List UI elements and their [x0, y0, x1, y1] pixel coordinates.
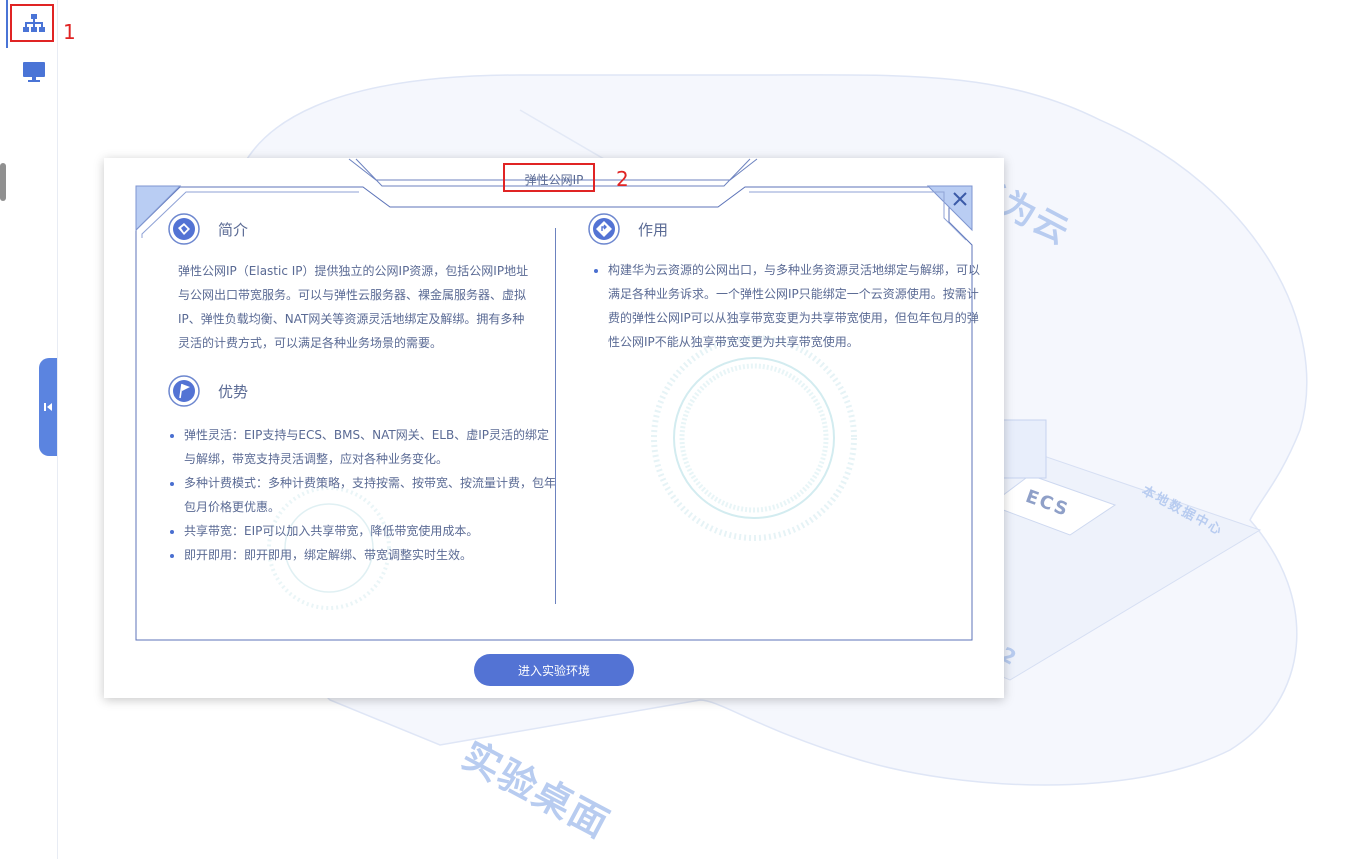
column-divider	[555, 228, 556, 604]
close-icon	[953, 192, 967, 206]
list-item: 弹性灵活：EIP支持与ECS、BMS、NAT网关、ELB、虚IP灵活的绑定与解绑…	[184, 423, 556, 471]
advantage-heading: 优势	[218, 382, 249, 401]
annotation-number-2: 2	[616, 167, 629, 191]
function-list: 构建华为云资源的公网出口，与多种业务资源灵活地绑定与解绑，可以满足各种业务诉求。…	[594, 258, 990, 354]
sidebar-scrollbar[interactable]	[0, 163, 6, 201]
intro-heading: 简介	[218, 220, 249, 239]
list-item: 构建华为云资源的公网出口，与多种业务资源灵活地绑定与解绑，可以满足各种业务诉求。…	[608, 258, 990, 354]
function-heading: 作用	[638, 220, 669, 239]
enter-lab-button[interactable]: 进入实验环境	[474, 654, 634, 686]
annotation-number-1: 1	[63, 20, 76, 44]
topology-icon	[23, 14, 45, 32]
close-button[interactable]	[949, 188, 971, 210]
function-section-header: 作用	[588, 213, 668, 245]
signpost-icon	[588, 213, 620, 245]
document-icon	[168, 213, 200, 245]
sidebar-active-indicator	[6, 0, 8, 48]
advantage-section-header: 优势	[168, 375, 248, 407]
collapse-panel-button[interactable]	[39, 358, 57, 456]
list-item: 共享带宽：EIP可以加入共享带宽，降低带宽使用成本。	[184, 519, 556, 543]
advantage-list: 弹性灵活：EIP支持与ECS、BMS、NAT网关、ELB、虚IP灵活的绑定与解绑…	[170, 423, 556, 567]
collapse-left-icon	[44, 403, 52, 411]
list-item: 多种计费模式：多种计费策略，支持按需、按带宽、按流量计费，包年包月价格更优惠。	[184, 471, 556, 519]
flag-icon	[168, 375, 200, 407]
monitor-icon	[23, 62, 45, 82]
dialog-title: 弹性公网IP	[524, 173, 584, 187]
intro-section-header: 简介	[168, 213, 248, 245]
sidebar-topology-button[interactable]	[12, 4, 56, 44]
left-sidebar	[0, 0, 58, 859]
intro-text: 弹性公网IP（Elastic IP）提供独立的公网IP资源，包括公网IP地址与公…	[178, 264, 529, 350]
list-item: 即开即用：即开即用，绑定解绑、带宽调整实时生效。	[184, 543, 556, 567]
eip-intro-dialog: 弹性公网IP 2 简介 弹性公网IP（Elastic IP）提供独立的公网IP资…	[104, 158, 1004, 698]
sidebar-desktop-button[interactable]	[12, 52, 56, 92]
